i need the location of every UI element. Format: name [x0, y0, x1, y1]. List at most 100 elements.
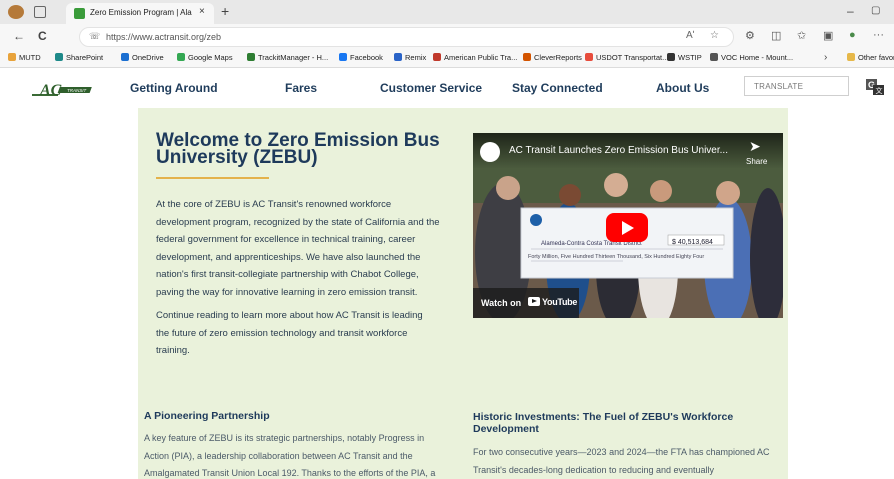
- favorite-label: USDOT Transportat...: [596, 53, 669, 62]
- translate-placeholder: TRANSLATE: [754, 82, 804, 91]
- investments-heading: Historic Investments: The Fuel of ZEBU's…: [473, 411, 734, 435]
- profile-avatar-icon[interactable]: [8, 5, 24, 19]
- favorite-label: TrackitManager - H...: [258, 53, 329, 62]
- nav-getting-around[interactable]: Getting Around: [130, 81, 218, 95]
- favorite-label: WSTIP: [678, 53, 702, 62]
- share-label[interactable]: Share: [746, 157, 767, 166]
- favorite-item[interactable]: Google Maps: [177, 53, 233, 62]
- favorite-item[interactable]: TrackitManager - H...: [247, 53, 328, 62]
- watch-on-youtube-button[interactable]: Watch on YouTube: [473, 288, 579, 318]
- share-icon[interactable]: ➤: [749, 138, 761, 155]
- tab-strip: Zero Emission Program | Alameda-Contra C…: [0, 0, 894, 24]
- nav-stay-connected[interactable]: Stay Connected: [512, 81, 603, 95]
- tab-actions-icon[interactable]: [34, 6, 46, 18]
- favorite-favicon-icon: [121, 53, 129, 61]
- favorite-item[interactable]: Remix: [394, 53, 426, 62]
- favorite-item[interactable]: CleverReports: [523, 53, 582, 62]
- lock-icon[interactable]: ☏: [89, 31, 100, 42]
- favorite-favicon-icon: [55, 53, 63, 61]
- favorites-icon[interactable]: ✩: [797, 29, 806, 42]
- split-screen-icon[interactable]: ◫: [771, 29, 781, 42]
- copilot-icon[interactable]: ●: [849, 29, 856, 41]
- favorite-favicon-icon: [8, 53, 16, 61]
- ac-transit-logo[interactable]: AC TRANSIT: [32, 81, 96, 98]
- check-amount-words: Forty Million, Five Hundred Thirteen Tho…: [528, 254, 705, 260]
- favorite-label: Google Maps: [188, 53, 233, 62]
- tab-close-icon[interactable]: ×: [199, 6, 205, 17]
- video-title[interactable]: AC Transit Launches Zero Emission Bus Un…: [509, 145, 739, 156]
- favorite-item[interactable]: SharePoint: [55, 53, 103, 62]
- favorite-label: CleverReports: [534, 53, 582, 62]
- favorite-label: SharePoint: [66, 53, 104, 62]
- continue-paragraph: Continue reading to learn more about how…: [156, 310, 423, 357]
- youtube-logo-icon: [528, 297, 540, 306]
- intro-paragraph: At the core of ZEBU is AC Transit's reno…: [156, 199, 440, 298]
- favorite-favicon-icon: [433, 53, 441, 61]
- favorite-label: OneDrive: [132, 53, 164, 62]
- nav-about-us[interactable]: About Us: [656, 81, 709, 95]
- favorite-favicon-icon: [585, 53, 593, 61]
- watch-on-label: Watch on: [481, 298, 522, 308]
- tab-title: Zero Emission Program | Alameda-Contra C…: [90, 8, 192, 17]
- favorite-label: Facebook: [350, 53, 383, 62]
- favorite-favicon-icon: [710, 53, 718, 61]
- partnership-heading: A Pioneering Partnership: [144, 410, 270, 422]
- read-aloud-icon[interactable]: Aʹ: [686, 30, 695, 41]
- partnership-text: A key feature of ZEBU is its strategic p…: [144, 433, 436, 479]
- favorites-overflow-icon[interactable]: ›: [824, 52, 827, 63]
- nav-customer-service[interactable]: Customer Service: [380, 81, 482, 95]
- site-favicon-icon: [74, 8, 85, 19]
- favorites-bar: MUTD SharePoint OneDrive Google Maps Trackit…: [0, 50, 894, 68]
- favorite-item[interactable]: USDOT Transportat...: [585, 53, 668, 62]
- play-icon: [622, 221, 634, 235]
- google-translate-icon[interactable]: G 文: [866, 79, 884, 95]
- svg-text:TRANSIT: TRANSIT: [67, 88, 88, 93]
- favorite-item[interactable]: MUTD: [8, 53, 41, 62]
- svg-text:文: 文: [876, 86, 883, 95]
- favorite-label: VOC Home - Mount...: [721, 53, 794, 62]
- folder-icon: [847, 53, 855, 61]
- title-underline-divider: [156, 177, 269, 179]
- favorite-favicon-icon: [667, 53, 675, 61]
- url-text[interactable]: https://www.actransit.org/zeb: [106, 32, 221, 42]
- investments-text: For two consecutive years—2023 and 2024—…: [473, 447, 770, 475]
- favorite-label: MUTD: [19, 53, 41, 62]
- favorite-item[interactable]: OneDrive: [121, 53, 164, 62]
- new-tab-button[interactable]: +: [221, 3, 229, 19]
- other-favorites-folder[interactable]: Other favorites: [847, 53, 894, 62]
- youtube-label: YouTube: [542, 297, 578, 307]
- refresh-button[interactable]: C: [38, 29, 47, 43]
- youtube-video-embed[interactable]: Alameda-Contra Costa Transit District $ …: [473, 133, 783, 318]
- more-menu-icon[interactable]: ···: [873, 29, 884, 41]
- favorite-star-icon[interactable]: ☆: [710, 30, 719, 41]
- favorite-item[interactable]: Facebook: [339, 53, 383, 62]
- back-button[interactable]: ←: [13, 29, 25, 43]
- youtube-play-icon: [532, 299, 537, 303]
- nav-fares[interactable]: Fares: [285, 81, 317, 95]
- channel-avatar-icon[interactable]: [480, 142, 500, 162]
- favorite-item[interactable]: American Public Tra...: [433, 53, 517, 62]
- favorite-favicon-icon: [339, 53, 347, 61]
- tab-zero-emission-program[interactable]: Zero Emission Program | Alameda-Contra C…: [66, 3, 214, 24]
- svg-text:AC: AC: [39, 82, 62, 98]
- browser-window: Zero Emission Program | Alameda-Contra C…: [0, 0, 894, 479]
- translate-input[interactable]: TRANSLATE: [744, 76, 849, 96]
- address-toolbar: ← C ☏ https://www.actransit.org/zeb Aʹ ☆…: [0, 24, 894, 50]
- favorite-label: American Public Tra...: [444, 53, 518, 62]
- favorite-item[interactable]: VOC Home - Mount...: [710, 53, 793, 62]
- favorite-favicon-icon: [523, 53, 531, 61]
- favorite-item[interactable]: WSTIP: [667, 53, 702, 62]
- minimize-button[interactable]: –: [847, 4, 854, 18]
- favorite-favicon-icon: [177, 53, 185, 61]
- check-amount: $ 40,513,684: [672, 239, 713, 246]
- play-button[interactable]: [606, 213, 648, 242]
- favorite-favicon-icon: [247, 53, 255, 61]
- page-title: Welcome to Zero Emission Bus University …: [156, 130, 440, 168]
- collections-icon[interactable]: ▣: [823, 29, 833, 42]
- favorite-label: Remix: [405, 53, 427, 62]
- favorite-favicon-icon: [394, 53, 402, 61]
- maximize-button[interactable]: ▢: [871, 5, 880, 16]
- site-header: AC TRANSIT Getting Around Fares Customer…: [0, 68, 894, 108]
- address-bar[interactable]: ☏ https://www.actransit.org/zeb Aʹ ☆: [79, 27, 734, 47]
- extensions-icon[interactable]: ⚙: [745, 29, 755, 42]
